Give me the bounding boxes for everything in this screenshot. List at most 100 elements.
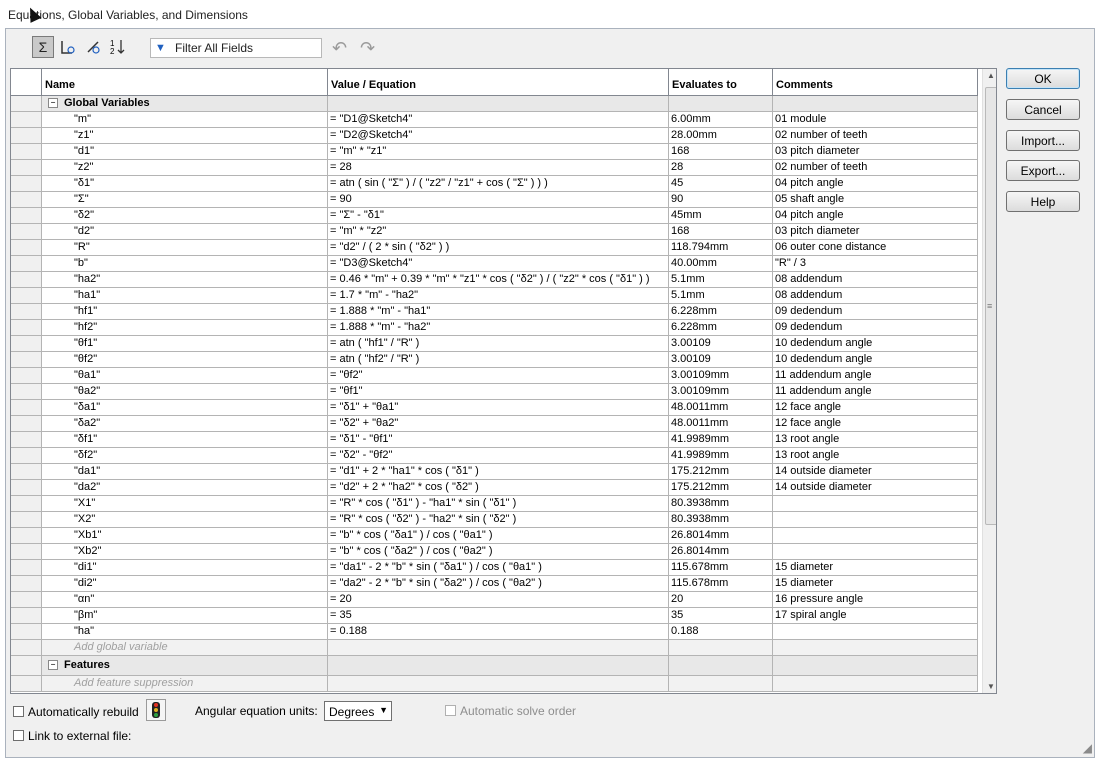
evaluates-cell[interactable]: 28 [669,160,773,176]
comment-cell[interactable]: 08 addendum [773,288,978,304]
equation-cell[interactable]: = "δ2" + "θa2" [328,416,669,432]
comment-cell[interactable] [773,528,978,544]
table-row[interactable]: "hf1" = 1.888 * "m" - "ha1" 6.228mm 09 dede… [11,304,978,320]
variable-name-cell[interactable]: "X1" [42,496,328,512]
equation-cell[interactable]: = 0.46 * "m" + 0.39 * "m" * "z1" * cos (… [328,272,669,288]
row-selector[interactable] [11,272,42,288]
comment-cell[interactable]: 13 root angle [773,432,978,448]
equation-cell[interactable]: = "δ1" - "θf1" [328,432,669,448]
export-button[interactable]: Export... [1006,160,1080,181]
variable-name-cell[interactable]: "X2" [42,512,328,528]
auto-solve-checkbox[interactable] [445,705,456,716]
help-button[interactable]: Help [1006,191,1080,212]
comment-cell[interactable]: "R" / 3 [773,256,978,272]
add-feature-suppression-cell[interactable]: Add feature suppression [42,676,328,692]
angular-units-select[interactable]: Degrees ▼ [324,701,392,721]
group-row-global-variables[interactable]: − Global Variables [11,96,978,112]
evaluates-cell[interactable]: 35 [669,608,773,624]
scroll-up-icon[interactable]: ▲ [987,71,995,80]
row-selector[interactable] [11,192,42,208]
table-row[interactable]: "ha" = 0.188 0.188 [11,624,978,640]
comment-cell[interactable]: 15 diameter [773,576,978,592]
equation-cell[interactable]: = "D2@Sketch4" [328,128,669,144]
comment-cell[interactable]: 03 pitch diameter [773,144,978,160]
table-row[interactable]: "Xb2" = "b" * cos ( "δa2" ) / cos ( "θa2"… [11,544,978,560]
table-row[interactable]: "b" = "D3@Sketch4" 40.00mm "R" / 3 [11,256,978,272]
comment-cell[interactable]: 11 addendum angle [773,368,978,384]
table-row[interactable]: "θf1" = atn ( "hf1" / "R" ) 3.00109 10 dede… [11,336,978,352]
row-selector[interactable] [11,160,42,176]
comment-cell[interactable]: 11 addendum angle [773,384,978,400]
table-row[interactable]: "d2" = "m" * "z2" 168 03 pitch diameter [11,224,978,240]
resize-grip-icon[interactable]: ◢ [1083,741,1092,755]
comment-cell[interactable] [773,624,978,640]
table-row[interactable]: "δa2" = "δ2" + "θa2" 48.0011mm 12 face angl… [11,416,978,432]
equation-cell[interactable]: = "m" * "z1" [328,144,669,160]
table-row[interactable]: "θf2" = atn ( "hf2" / "R" ) 3.00109 10 dede… [11,352,978,368]
equation-cell[interactable]: = "D1@Sketch4" [328,112,669,128]
table-row[interactable]: "θa1" = "θf2" 3.00109mm 11 addendum angle [11,368,978,384]
variable-name-cell[interactable]: "d2" [42,224,328,240]
evaluates-cell[interactable]: 48.0011mm [669,416,773,432]
variable-name-cell[interactable]: "θa2" [42,384,328,400]
equation-cell[interactable]: = "da2" - 2 * "b" * sin ( "δa2" ) / cos … [328,576,669,592]
evaluates-cell[interactable]: 5.1mm [669,288,773,304]
row-selector[interactable] [11,560,42,576]
comment-cell[interactable]: 02 number of teeth [773,128,978,144]
table-row[interactable]: "R" = "d2" / ( 2 * sin ( "δ2" ) ) 118.794m… [11,240,978,256]
row-selector[interactable] [11,432,42,448]
evaluates-cell[interactable]: 48.0011mm [669,400,773,416]
table-row[interactable]: "da2" = "d2" + 2 * "ha2" * cos ( "δ2" ) 17… [11,480,978,496]
column-header-evaluates[interactable]: Evaluates to [669,69,773,95]
equation-cell[interactable]: = "d2" + 2 * "ha2" * cos ( "δ2" ) [328,480,669,496]
table-row[interactable]: "hf2" = 1.888 * "m" - "ha2" 6.228mm 09 dede… [11,320,978,336]
row-selector[interactable] [11,384,42,400]
table-row[interactable]: "αn" = 20 20 16 pressure angle [11,592,978,608]
row-selector[interactable] [11,112,42,128]
row-selector[interactable] [11,128,42,144]
variable-name-cell[interactable]: "z2" [42,160,328,176]
variable-name-cell[interactable]: "Xb2" [42,544,328,560]
evaluates-cell[interactable]: 6.228mm [669,320,773,336]
evaluates-cell[interactable]: 115.678mm [669,560,773,576]
variable-name-cell[interactable]: "θf1" [42,336,328,352]
ordered-view-icon[interactable]: 12 [107,36,129,58]
equation-cell[interactable]: = 28 [328,160,669,176]
add-global-variable-row[interactable]: Add global variable [11,640,978,656]
evaluates-cell[interactable]: 6.228mm [669,304,773,320]
table-row[interactable]: "X2" = "R" * cos ( "δ2" ) - "ha2" * sin (… [11,512,978,528]
variable-name-cell[interactable]: "da2" [42,480,328,496]
row-selector[interactable] [11,144,42,160]
evaluates-cell[interactable]: 28.00mm [669,128,773,144]
row-selector[interactable] [11,352,42,368]
ok-button[interactable]: OK [1006,68,1080,89]
variable-name-cell[interactable]: "δf1" [42,432,328,448]
row-selector[interactable] [11,240,42,256]
row-selector[interactable] [11,576,42,592]
table-row[interactable]: "βm" = 35 35 17 spiral angle [11,608,978,624]
table-row[interactable]: "da1" = "d1" + 2 * "ha1" * cos ( "δ1" ) 17… [11,464,978,480]
evaluates-cell[interactable]: 26.8014mm [669,528,773,544]
cancel-button[interactable]: Cancel [1006,99,1080,120]
comment-cell[interactable]: 04 pitch angle [773,176,978,192]
row-selector[interactable] [11,608,42,624]
comment-cell[interactable]: 04 pitch angle [773,208,978,224]
table-row[interactable]: "ha1" = 1.7 * "m" - "ha2" 5.1mm 08 addendum [11,288,978,304]
row-selector[interactable] [11,368,42,384]
variable-name-cell[interactable]: "δ1" [42,176,328,192]
table-row[interactable]: "z1" = "D2@Sketch4" 28.00mm 02 number of te… [11,128,978,144]
evaluates-cell[interactable]: 115.678mm [669,576,773,592]
equation-cell[interactable]: = atn ( sin ( "Σ" ) / ( "z2" / "z1" + co… [328,176,669,192]
vertical-scrollbar[interactable]: ▲ ≡ ▼ [982,69,996,693]
evaluates-cell[interactable]: 3.00109mm [669,384,773,400]
table-row[interactable]: "δf2" = "δ2" - "θf2" 41.9989mm 13 root angl… [11,448,978,464]
variable-name-cell[interactable]: "δa2" [42,416,328,432]
variable-name-cell[interactable]: "di2" [42,576,328,592]
comment-cell[interactable]: 13 root angle [773,448,978,464]
column-header-comments[interactable]: Comments [773,69,978,95]
comment-cell[interactable]: 12 face angle [773,416,978,432]
table-row[interactable]: "di1" = "da1" - 2 * "b" * sin ( "δa1" ) /… [11,560,978,576]
variable-name-cell[interactable]: "αn" [42,592,328,608]
auto-rebuild-checkbox[interactable] [13,706,24,717]
evaluates-cell[interactable]: 175.212mm [669,464,773,480]
